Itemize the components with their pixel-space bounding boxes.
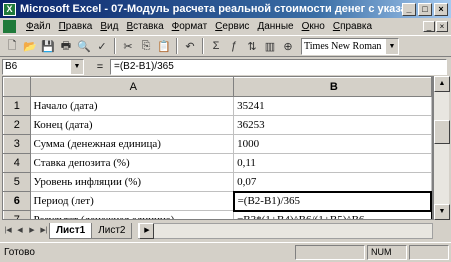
doc-close-button[interactable]: × — [436, 21, 448, 32]
workbook-icon[interactable] — [3, 20, 16, 33]
cell-b5[interactable]: 0,07 — [233, 172, 432, 192]
edit-formula-button[interactable]: = — [90, 61, 110, 73]
menu-view[interactable]: Вид — [96, 21, 122, 32]
autosum-icon[interactable]: Σ — [207, 37, 225, 55]
toolbar-separator — [114, 38, 116, 54]
toolbar-separator — [202, 38, 204, 54]
scroll-up-icon[interactable]: ▲ — [434, 76, 450, 92]
row-header[interactable]: 7 — [3, 210, 31, 219]
formula-input[interactable]: =(B2-B1)/365 — [110, 58, 447, 75]
menu-edit[interactable]: Правка — [55, 21, 97, 32]
row-header[interactable]: 6 — [3, 191, 31, 211]
cell-a5[interactable]: Уровень инфляции (%) — [29, 172, 235, 192]
row-header[interactable]: 4 — [3, 153, 31, 173]
status-text: Готово — [4, 247, 35, 258]
first-sheet-icon[interactable]: |◀ — [2, 224, 14, 238]
close-button[interactable]: × — [434, 2, 448, 16]
prev-sheet-icon[interactable]: ◀ — [14, 224, 26, 238]
menu-insert[interactable]: Вставка — [122, 21, 167, 32]
table-row: 1 Начало (дата) 35241 — [3, 96, 432, 116]
print-preview-icon[interactable]: 🔍 — [75, 37, 93, 55]
next-sheet-icon[interactable]: ▶ — [26, 224, 38, 238]
active-cell-b6[interactable]: =(B2-B1)/365 — [232, 190, 432, 212]
chevron-down-icon[interactable]: ▼ — [386, 38, 398, 54]
cell-b2[interactable]: 36253 — [233, 115, 432, 135]
table-row: 5 Уровень инфляции (%) 0,07 — [3, 172, 432, 192]
sheet-tab-bar: |◀ ◀ ▶ ▶| Лист1 Лист2 ◀ ▶ — [0, 220, 451, 242]
row-header[interactable]: 1 — [3, 96, 31, 116]
doc-minimize-button[interactable]: _ — [423, 21, 435, 32]
column-header-a[interactable]: A — [29, 77, 235, 97]
title-bar: X Microsoft Excel - 07-Модуль расчета ре… — [0, 0, 451, 18]
cell-reference: B6 — [5, 60, 18, 72]
num-lock-indicator: NUM — [367, 245, 407, 260]
cell-b7[interactable]: =B3*(1+B4)^B6/(1+B5)^B6 — [233, 210, 432, 219]
sheet-tab-1[interactable]: Лист1 — [49, 223, 93, 239]
font-name-select[interactable]: Times New Roman ▼ — [301, 37, 399, 55]
scroll-down-icon[interactable]: ▼ — [434, 204, 450, 220]
sort-icon[interactable]: ⇅ — [243, 37, 261, 55]
copy-icon[interactable]: ⎘ — [137, 37, 155, 55]
table-row: 7 Результат (денежная единица) =B3*(1+B4… — [3, 210, 432, 219]
row-header[interactable]: 2 — [3, 115, 31, 135]
sheet-tab-2[interactable]: Лист2 — [91, 223, 133, 239]
column-header-b[interactable]: B — [233, 77, 432, 97]
formula-bar: B6 ▼ = =(B2-B1)/365 — [0, 57, 451, 76]
chart-icon[interactable]: ▥ — [261, 37, 279, 55]
menu-bar: Файл Правка Вид Вставка Формат Сервис Да… — [0, 18, 451, 35]
cell-b3[interactable]: 1000 — [233, 134, 432, 154]
name-box[interactable]: B6 ▼ — [2, 58, 84, 75]
font-name-value: Times New Roman — [304, 40, 382, 52]
window-title: Microsoft Excel - 07-Модуль расчета реал… — [20, 3, 402, 15]
cell-b1[interactable]: 35241 — [233, 96, 432, 116]
cell-a1[interactable]: Начало (дата) — [29, 96, 235, 116]
zoom-icon[interactable]: ⊕ — [279, 37, 297, 55]
table-row: 3 Сумма (денежная единица) 1000 — [3, 134, 432, 154]
scroll-thumb[interactable] — [434, 120, 450, 144]
cell-a3[interactable]: Сумма (денежная единица) — [29, 134, 235, 154]
excel-icon[interactable]: X — [3, 2, 16, 16]
undo-icon[interactable]: ↶ — [181, 37, 199, 55]
window-controls: _ □ × — [402, 2, 448, 16]
open-icon[interactable]: 📂 — [21, 37, 39, 55]
maximize-button[interactable]: □ — [418, 2, 432, 16]
minimize-button[interactable]: _ — [402, 2, 416, 16]
table-row: 6 Период (лет) =(B2-B1)/365 — [3, 190, 432, 212]
horizontal-scrollbar[interactable]: ◀ ▶ — [138, 223, 433, 239]
function-icon[interactable]: ƒ — [225, 37, 243, 55]
cell-a6[interactable]: Период (лет) — [29, 191, 235, 211]
document-controls: _ × — [423, 21, 448, 32]
toolbar-separator — [176, 38, 178, 54]
select-all-corner[interactable] — [3, 77, 31, 97]
cell-b4[interactable]: 0,11 — [233, 153, 432, 173]
chevron-down-icon[interactable]: ▼ — [71, 59, 83, 74]
status-panel — [295, 245, 365, 260]
print-icon[interactable]: 🖶 — [57, 37, 75, 55]
status-bar: Готово NUM — [0, 242, 451, 262]
menu-help[interactable]: Справка — [329, 21, 376, 32]
standard-toolbar: 🗋 📂 💾 🖶 🔍 ✓ ✂ ⎘ 📋 ↶ Σ ƒ ⇅ ▥ ⊕ Times New … — [0, 35, 451, 57]
menu-data[interactable]: Данные — [253, 21, 297, 32]
menu-format[interactable]: Формат — [168, 21, 212, 32]
scroll-right-icon[interactable]: ▶ — [139, 223, 155, 239]
vertical-scrollbar[interactable]: ▲ ▼ — [433, 76, 450, 220]
cell-a7[interactable]: Результат (денежная единица) — [29, 210, 235, 219]
save-icon[interactable]: 💾 — [39, 37, 57, 55]
spelling-icon[interactable]: ✓ — [93, 37, 111, 55]
worksheet-grid[interactable]: A B 1 Начало (дата) 35241 2 Конец (дата)… — [2, 76, 433, 220]
menu-file[interactable]: Файл — [22, 21, 55, 32]
table-row: 2 Конец (дата) 36253 — [3, 115, 432, 135]
row-header[interactable]: 5 — [3, 172, 31, 192]
status-panel — [409, 245, 449, 260]
row-header[interactable]: 3 — [3, 134, 31, 154]
table-row: 4 Ставка депозита (%) 0,11 — [3, 153, 432, 173]
new-icon[interactable]: 🗋 — [3, 37, 21, 55]
paste-icon[interactable]: 📋 — [155, 37, 173, 55]
cut-icon[interactable]: ✂ — [119, 37, 137, 55]
cell-a4[interactable]: Ставка депозита (%) — [29, 153, 235, 173]
menu-tools[interactable]: Сервис — [211, 21, 253, 32]
menu-window[interactable]: Окно — [298, 21, 329, 32]
cell-a2[interactable]: Конец (дата) — [29, 115, 235, 135]
